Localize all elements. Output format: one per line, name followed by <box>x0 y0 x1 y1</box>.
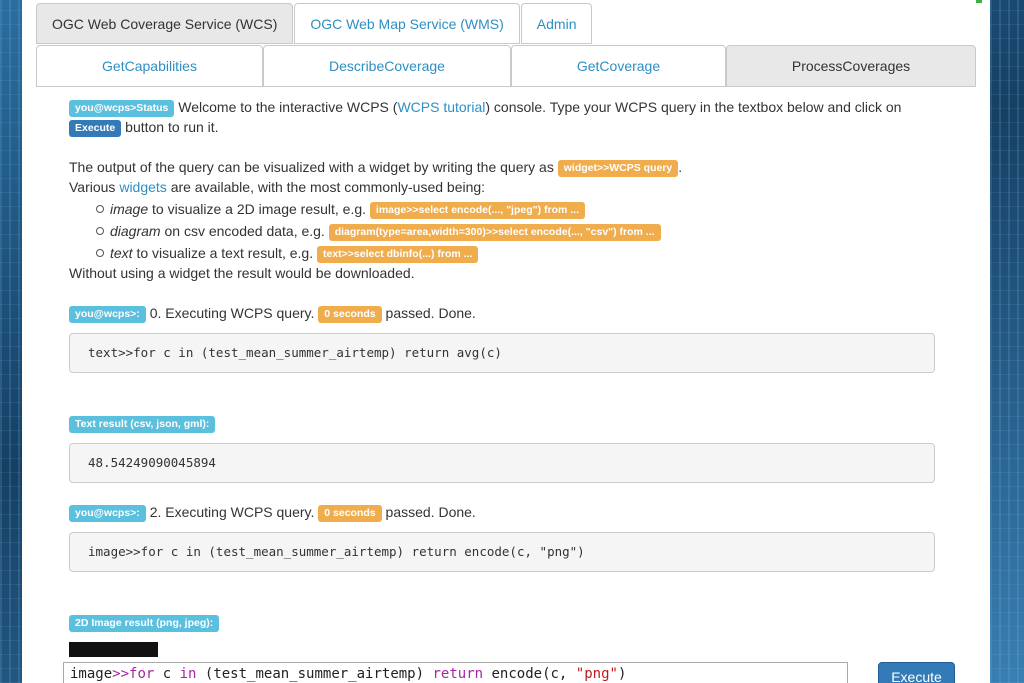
editor-token: "png" <box>575 666 618 682</box>
query-input[interactable]: image>>for c in (test_mean_summer_airtem… <box>63 662 848 683</box>
tab-getcapabilities[interactable]: GetCapabilities <box>36 45 263 87</box>
time-badge: 0 seconds <box>318 306 382 323</box>
intro-text-3: button to run it. <box>125 119 219 135</box>
editor-token: return <box>432 666 484 682</box>
widget-name: text <box>110 245 133 261</box>
status-indicator <box>976 0 982 3</box>
widgets-link[interactable]: widgets <box>119 179 166 195</box>
query-code-block: text>>for c in (test_mean_summer_airtemp… <box>69 333 935 373</box>
intro-text: Welcome to the interactive WCPS ( <box>178 99 398 115</box>
editor-token: in <box>179 666 197 682</box>
widget-name: image <box>110 201 149 217</box>
intro-line-2: Execute button to run it. <box>69 119 219 137</box>
widget-item-text: text to visualize a text result, e.g. te… <box>110 245 479 263</box>
text-result-block: 48.54249090045894 <box>69 443 935 483</box>
bullet-icon <box>96 249 104 257</box>
result-label: 2D Image result (png, jpeg): <box>69 615 220 632</box>
widget-info-text: The output of the query can be visualize… <box>69 159 554 175</box>
editor-token: ) <box>617 666 627 682</box>
widget-info-period: . <box>678 159 683 175</box>
tab-processcoverages[interactable]: ProcessCoverages <box>726 45 976 87</box>
widget-desc: on csv encoded data, e.g. <box>164 223 325 239</box>
execute-button[interactable]: Execute <box>878 662 955 683</box>
time-badge: 0 seconds <box>318 505 382 522</box>
intro-text-2: ) console. Type your WCPS query in the t… <box>485 99 902 115</box>
widget-name: diagram <box>110 223 161 239</box>
result-label: Text result (csv, json, gml): <box>69 416 216 433</box>
tab-wcs[interactable]: OGC Web Coverage Service (WCS) <box>36 3 294 44</box>
tab-admin[interactable]: Admin <box>520 3 593 44</box>
editor-token: (test_mean_summer_airtemp) <box>196 666 433 682</box>
various-text: Various <box>69 179 116 195</box>
image-result <box>69 642 158 657</box>
log-entry-2: you@wcps>: 2. Executing WCPS query. 0 se… <box>69 504 476 522</box>
widget-item-image: image to visualize a 2D image result, e.… <box>110 201 586 219</box>
prompt-label: you@wcps>: <box>69 306 146 323</box>
widgets-line: Various widgets are available, with the … <box>69 179 485 195</box>
editor-token: for <box>129 666 155 682</box>
widget-item-diagram: diagram on csv encoded data, e.g. diagra… <box>110 223 661 241</box>
status-label: you@wcps>Status <box>69 100 175 117</box>
widget-footer: Without using a widget the result would … <box>69 265 415 281</box>
result-header-image: 2D Image result (png, jpeg): <box>69 614 220 632</box>
log-status: passed. Done. <box>385 504 476 520</box>
tab-getcoverage[interactable]: GetCoverage <box>511 45 726 87</box>
widget-info-line: The output of the query can be visualize… <box>69 159 682 177</box>
widget-desc: to visualize a 2D image result, e.g. <box>152 201 367 217</box>
bullet-icon <box>96 205 104 213</box>
widget-example: text>>select dbinfo(...) from ... <box>317 246 479 263</box>
wcs-request-tabs: GetCapabilities DescribeCoverage GetCove… <box>36 45 976 87</box>
editor-token: image <box>70 666 113 682</box>
widget-desc: to visualize a text result, e.g. <box>136 245 314 261</box>
editor-token: encode(c, <box>483 666 576 682</box>
result-header-text: Text result (csv, json, gml): <box>69 415 216 433</box>
tab-describecoverage[interactable]: DescribeCoverage <box>263 45 511 87</box>
tab-wms[interactable]: OGC Web Map Service (WMS) <box>294 3 520 44</box>
wcps-tutorial-link[interactable]: WCPS tutorial <box>397 99 485 115</box>
editor-token: c <box>154 666 180 682</box>
widget-example: diagram(type=area,width=300)>>select enc… <box>328 224 661 241</box>
various-rest-text: are available, with the most commonly-us… <box>170 179 486 195</box>
widget-example: image>>select encode(..., "jpeg") from .… <box>369 202 586 219</box>
intro-line: you@wcps>Status Welcome to the interacti… <box>69 99 901 117</box>
service-tabs: OGC Web Coverage Service (WCS) OGC Web M… <box>36 3 593 44</box>
log-text: 0. Executing WCPS query. <box>149 305 315 321</box>
console-output: you@wcps>Status Welcome to the interacti… <box>69 87 949 657</box>
prompt-label: you@wcps>: <box>69 505 146 522</box>
bullet-icon <box>96 227 104 235</box>
query-code-block: image>>for c in (test_mean_summer_airtem… <box>69 532 935 572</box>
log-text: 2. Executing WCPS query. <box>149 504 315 520</box>
log-entry-0: you@wcps>: 0. Executing WCPS query. 0 se… <box>69 305 476 323</box>
widget-label: widget>>WCPS query <box>557 160 679 177</box>
log-status: passed. Done. <box>385 305 476 321</box>
execute-label: Execute <box>69 120 122 137</box>
editor-token: >> <box>112 666 130 682</box>
